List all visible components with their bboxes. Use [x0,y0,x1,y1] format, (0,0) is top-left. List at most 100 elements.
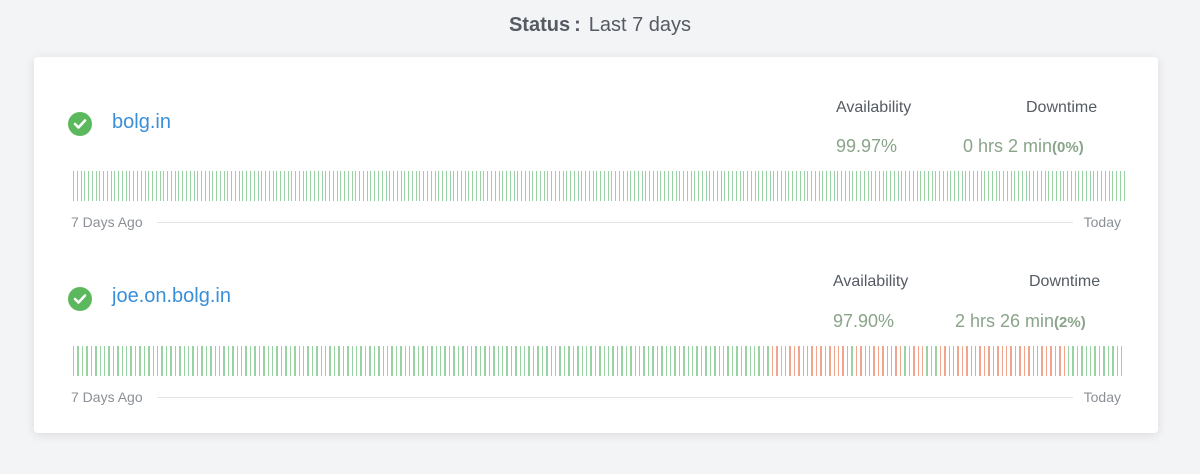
uptime-segment[interactable] [466,346,468,376]
uptime-segment[interactable] [1074,171,1076,201]
uptime-segment[interactable] [1072,346,1074,376]
uptime-segment[interactable] [559,346,561,376]
uptime-segment[interactable] [287,171,289,201]
uptime-segment[interactable] [837,171,839,201]
uptime-segment[interactable] [1070,171,1072,201]
uptime-segment[interactable] [543,171,545,201]
uptime-segment[interactable] [754,171,756,201]
uptime-segment[interactable] [1123,171,1125,201]
uptime-segment[interactable] [249,171,251,201]
uptime-segment[interactable] [234,171,236,201]
uptime-segment[interactable] [73,346,75,376]
uptime-segment[interactable] [192,346,194,376]
uptime-segment[interactable] [957,171,959,201]
uptime-segment[interactable] [423,171,424,201]
uptime-segment[interactable] [950,171,952,201]
uptime-segment[interactable] [739,171,741,201]
uptime-segment[interactable] [600,171,601,201]
uptime-segment[interactable] [626,171,628,201]
uptime-segment[interactable] [590,346,592,376]
uptime-segment[interactable] [871,171,873,201]
downtime-segment[interactable] [992,346,995,376]
uptime-segment[interactable] [351,171,353,201]
uptime-segment[interactable] [1107,346,1110,376]
uptime-segment[interactable] [1116,171,1117,201]
uptime-segment[interactable] [686,171,688,201]
uptime-segment[interactable] [616,346,619,376]
uptime-segment[interactable] [306,171,308,201]
uptime-segment[interactable] [692,346,694,376]
uptime-segment[interactable] [88,171,89,201]
uptime-segment[interactable] [106,171,108,201]
uptime-segment[interactable] [509,171,511,201]
uptime-segment[interactable] [272,171,274,201]
uptime-segment[interactable] [882,171,884,201]
uptime-segment[interactable] [302,346,305,376]
uptime-segment[interactable] [639,346,641,376]
downtime-segment[interactable] [988,346,990,376]
uptime-segment[interactable] [118,171,119,201]
uptime-segment[interactable] [329,346,331,376]
uptime-segment[interactable] [167,171,168,201]
uptime-segment[interactable] [457,171,458,201]
uptime-segment[interactable] [515,346,517,376]
uptime-segment[interactable] [652,346,654,376]
uptime-segment[interactable] [942,171,944,201]
uptime-segment[interactable] [807,171,809,201]
uptime-segment[interactable] [212,171,214,201]
uptime-segment[interactable] [307,346,309,376]
uptime-segment[interactable] [665,346,667,376]
uptime-segment[interactable] [661,346,663,376]
uptime-segment[interactable] [216,171,217,201]
uptime-segment[interactable] [197,171,199,201]
uptime-segment[interactable] [468,171,470,201]
uptime-segment[interactable] [758,171,760,201]
uptime-segment[interactable] [385,171,387,201]
uptime-segment[interactable] [852,171,854,201]
uptime-segment[interactable] [185,171,187,201]
uptime-segment[interactable] [784,346,787,376]
uptime-segment[interactable] [696,346,698,376]
downtime-segment[interactable] [944,346,946,376]
downtime-segment[interactable] [846,346,849,376]
uptime-segment[interactable] [148,346,150,376]
uptime-segment[interactable] [133,171,135,201]
uptime-segment[interactable] [878,171,880,201]
uptime-segment[interactable] [1116,346,1118,376]
uptime-segment[interactable] [426,171,428,201]
downtime-segment[interactable] [860,346,862,376]
uptime-segment[interactable] [152,346,155,376]
uptime-segment[interactable] [391,346,393,376]
uptime-segment[interactable] [510,346,513,376]
uptime-segment[interactable] [660,171,662,201]
uptime-segment[interactable] [603,346,606,376]
downtime-segment[interactable] [1036,346,1039,376]
uptime-segment[interactable] [851,346,853,376]
uptime-segment[interactable] [645,171,647,201]
downtime-segment[interactable] [820,346,822,376]
uptime-segment[interactable] [325,171,327,201]
uptime-segment[interactable] [577,346,579,376]
uptime-segment[interactable] [784,171,786,201]
uptime-segment[interactable] [818,171,820,201]
uptime-segment[interactable] [241,346,243,376]
uptime-segment[interactable] [187,346,190,376]
uptime-segment[interactable] [723,346,725,376]
downtime-segment[interactable] [913,346,915,376]
uptime-segment[interactable] [592,171,594,201]
uptime-segment[interactable] [426,346,429,376]
uptime-segment[interactable] [404,346,407,376]
uptime-segment[interactable] [767,346,769,376]
uptime-segment[interactable] [1097,171,1099,201]
uptime-segment[interactable] [1029,171,1031,201]
uptime-segment[interactable] [856,171,858,201]
uptime-segment[interactable] [669,346,672,376]
uptime-segment[interactable] [634,346,636,376]
uptime-segment[interactable] [924,171,925,201]
uptime-segment[interactable] [196,346,199,376]
uptime-segment[interactable] [400,171,402,201]
uptime-segment[interactable] [140,171,142,201]
uptime-segment[interactable] [690,171,692,201]
uptime-segment[interactable] [1098,346,1101,376]
uptime-segment[interactable] [179,346,181,376]
